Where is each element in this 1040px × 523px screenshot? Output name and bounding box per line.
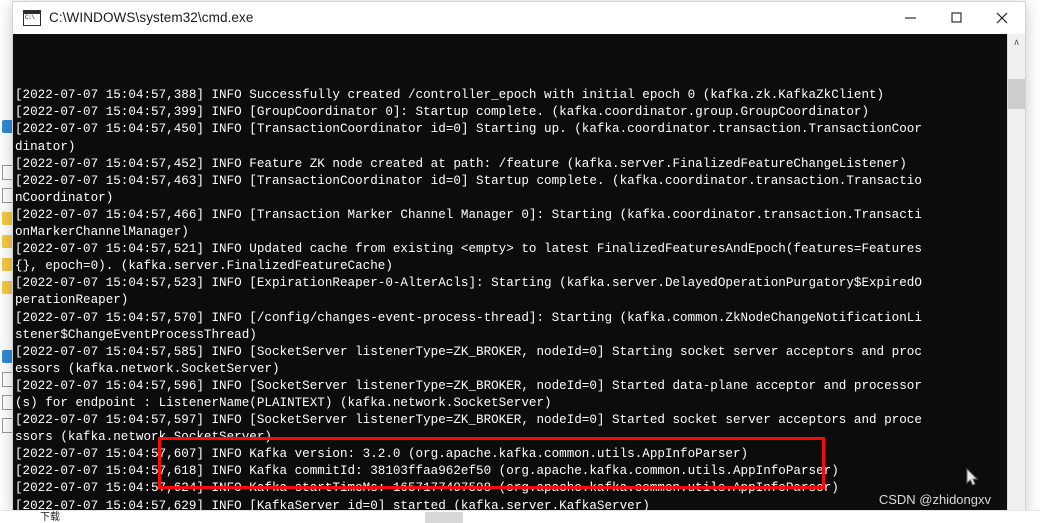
console-line: perationReaper) xyxy=(15,293,129,308)
scrollbar-thumb[interactable] xyxy=(1008,79,1025,109)
console-line: [2022-07-07 15:04:57,585] INFO [SocketSe… xyxy=(15,344,922,359)
console-line: [2022-07-07 15:04:57,452] INFO Feature Z… xyxy=(15,156,907,171)
console-output[interactable]: [2022-07-07 15:04:57,388] INFO Successfu… xyxy=(13,34,1007,512)
console-line: [2022-07-07 15:04:57,607] INFO Kafka ver… xyxy=(15,447,749,462)
console-line: [2022-07-07 15:04:57,570] INFO [/config/… xyxy=(15,310,922,325)
console-line: [2022-07-07 15:04:57,521] INFO Updated c… xyxy=(15,242,922,257)
window-titlebar[interactable]: C:\WINDOWS\system32\cmd.exe xyxy=(13,2,1025,34)
taskbar-item[interactable] xyxy=(425,512,463,523)
console-line: [2022-07-07 15:04:57,597] INFO [SocketSe… xyxy=(15,413,922,428)
taskbar-label: 下载 xyxy=(40,512,60,523)
console-line: nCoordinator) xyxy=(15,190,114,205)
console-line: [2022-07-07 15:04:57,523] INFO [Expirati… xyxy=(15,276,922,291)
console-line: (s) for endpoint : ListenerName(PLAINTEX… xyxy=(15,395,552,410)
taskbar[interactable]: 下载 xyxy=(0,510,1040,523)
mouse-cursor-icon xyxy=(906,451,979,510)
scrollbar-track[interactable] xyxy=(1008,51,1025,512)
console-line: [2022-07-07 15:04:57,596] INFO [SocketSe… xyxy=(15,378,922,393)
window-title: C:\WINDOWS\system32\cmd.exe xyxy=(49,10,254,25)
console-line: {}, epoch=0). (kafka.server.FinalizedFea… xyxy=(15,259,393,274)
console-line: [2022-07-07 15:04:57,466] INFO [Transact… xyxy=(15,207,922,222)
console-area[interactable]: [2022-07-07 15:04:57,388] INFO Successfu… xyxy=(13,34,1025,512)
console-line: stener$ChangeEventProcessThread) xyxy=(15,327,257,342)
cmd-window[interactable]: C:\WINDOWS\system32\cmd.exe [2022-07-07 … xyxy=(12,1,1026,513)
minimize-button[interactable] xyxy=(887,2,933,33)
console-line: [2022-07-07 15:04:57,388] INFO Successfu… xyxy=(15,88,885,103)
console-scrollbar[interactable]: ∧ xyxy=(1007,34,1025,512)
scroll-up-button[interactable]: ∧ xyxy=(1008,34,1025,51)
console-line: [2022-07-07 15:04:57,399] INFO [GroupCoo… xyxy=(15,105,869,120)
console-line: essors (kafka.network.SocketServer) xyxy=(15,361,280,376)
console-line: onMarkerChannelManager) xyxy=(15,225,189,240)
console-line: [2022-07-07 15:04:57,450] INFO [Transact… xyxy=(15,122,922,137)
console-line: [2022-07-07 15:04:57,463] INFO [Transact… xyxy=(15,173,922,188)
console-icon xyxy=(23,9,41,26)
console-line: [2022-07-07 15:04:57,618] INFO Kafka com… xyxy=(15,464,839,479)
console-line: [2022-07-07 15:04:57,624] INFO Kafka sta… xyxy=(15,481,839,496)
maximize-button[interactable] xyxy=(933,2,979,33)
console-line: dinator) xyxy=(15,139,76,154)
close-button[interactable] xyxy=(979,2,1025,33)
console-line: ssors (kafka.network.SocketServer) xyxy=(15,430,272,445)
